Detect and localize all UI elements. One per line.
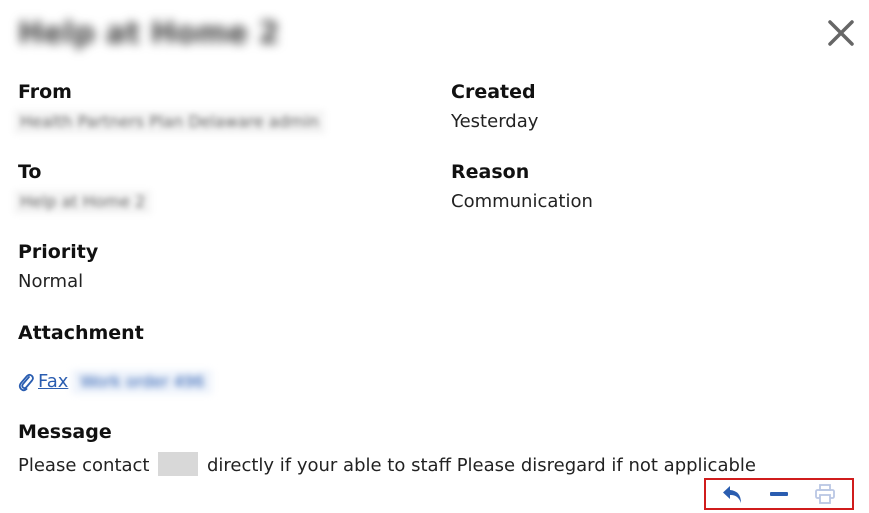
from-label: From — [18, 81, 72, 103]
to-label: To — [18, 161, 42, 183]
priority-value: Normal — [18, 271, 84, 292]
message-text-after: directly if your able to staff Please di… — [206, 455, 756, 476]
message-text-before: Please contact — [18, 455, 150, 476]
attachment-link-text: Fax — [38, 371, 69, 392]
minimize-button[interactable] — [766, 482, 792, 506]
reason-label: Reason — [451, 161, 530, 183]
created-label: Created — [451, 81, 536, 103]
dialog-title: Help at Home 2 — [18, 16, 280, 51]
reply-button[interactable] — [720, 482, 746, 506]
close-icon — [828, 20, 854, 46]
message-body: Please contact directly if your able to … — [18, 452, 756, 478]
priority-label: Priority — [18, 241, 99, 263]
paperclip-icon — [18, 373, 34, 392]
printer-icon — [815, 484, 835, 504]
action-toolbar — [704, 478, 854, 510]
close-button[interactable] — [826, 18, 856, 48]
message-label: Message — [18, 421, 112, 443]
redacted-contact — [158, 452, 199, 476]
reason-value: Communication — [451, 191, 593, 212]
attachment-link-detail: Work order 496 — [72, 370, 213, 394]
minus-icon — [770, 492, 788, 496]
to-value: Help at Home 2 — [14, 190, 152, 214]
attachment-link[interactable]: Fax Work order 496 — [18, 369, 213, 395]
print-button[interactable] — [812, 482, 838, 506]
attachment-label: Attachment — [18, 322, 144, 344]
from-value: Health Partners Plan Delaware admin — [14, 110, 325, 134]
reply-icon — [723, 486, 741, 503]
created-value: Yesterday — [451, 111, 539, 132]
